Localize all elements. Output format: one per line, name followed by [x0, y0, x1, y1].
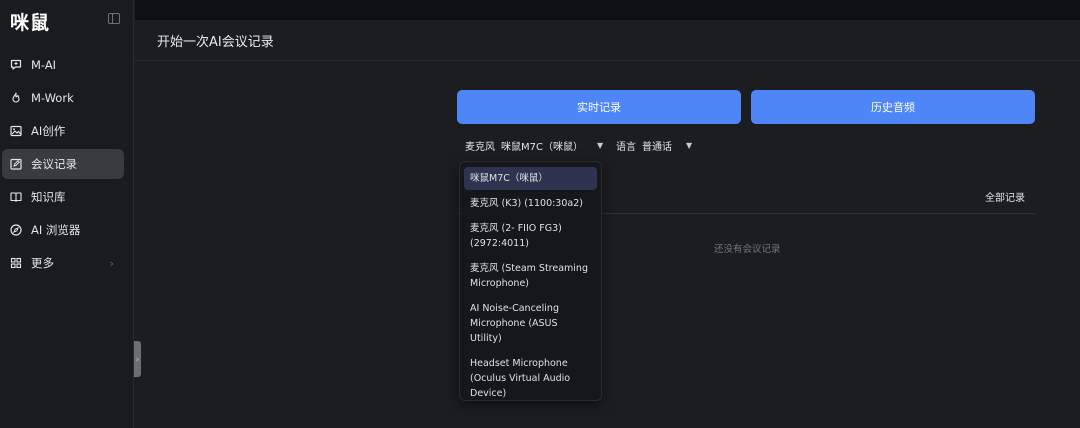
empty-state-text: 还没有会议记录 — [714, 244, 781, 255]
sidebar-nav: M-AI M-Work AI创作 会议记录 知识库 AI 浏览器 更多 › — [2, 50, 124, 281]
language-select[interactable]: 语言 普通话 ▼ — [616, 138, 693, 153]
sidebar-item-label: 更多 — [31, 256, 54, 270]
sidebar-item-label: M-AI — [31, 58, 57, 72]
note-edit-icon — [10, 158, 22, 170]
dropdown-option[interactable]: 麦克风 (Steam Streaming Microphone) — [464, 257, 597, 295]
sidebar-item-label: 知识库 — [31, 190, 66, 204]
language-value: 普通话 — [642, 141, 672, 153]
live-record-button[interactable]: 实时记录 — [457, 90, 741, 124]
sidebar-expand-handle[interactable]: › — [134, 341, 141, 377]
language-label: 语言 — [616, 141, 636, 153]
sidebar-collapse-icon[interactable] — [108, 13, 120, 24]
microphone-dropdown-menu: 咪鼠M7C（咪鼠） 麦克风 (K3) (1100:30a2) 麦克风 (2- F… — [459, 161, 602, 401]
dropdown-option[interactable]: 麦克风 (K3) (1100:30a2) — [464, 192, 597, 215]
sidebar-item-label: AI 浏览器 — [31, 223, 81, 237]
app-logo: 咪鼠 — [10, 12, 51, 34]
dropdown-option[interactable]: 麦克风 (2- FIIO FG3) (2972:4011) — [464, 217, 597, 255]
dropdown-option[interactable]: AI Noise-Canceling Microphone (ASUS Util… — [464, 297, 597, 350]
caret-down-icon: ▼ — [596, 140, 604, 150]
grid-icon — [10, 257, 22, 269]
sidebar-item-ai-browser[interactable]: AI 浏览器 — [2, 215, 124, 245]
caret-down-icon: ▼ — [686, 140, 693, 150]
chevron-right-icon: › — [109, 257, 114, 270]
compass-icon — [10, 224, 22, 236]
microphone-select[interactable]: 麦克风 咪鼠M7C（咪鼠） ▼ — [465, 138, 604, 153]
page-header: 开始一次AI会议记录 — [135, 20, 1080, 61]
top-bar — [135, 0, 1080, 20]
sidebar-item-meeting-notes[interactable]: 会议记录 — [2, 149, 124, 179]
microphone-label: 麦克风 — [465, 141, 495, 153]
sidebar-item-ai-create[interactable]: AI创作 — [2, 116, 124, 146]
sidebar-item-more[interactable]: 更多 › — [2, 248, 124, 278]
chat-plus-icon — [10, 59, 22, 71]
sidebar-item-m-work[interactable]: M-Work — [2, 83, 124, 113]
sidebar: 咪鼠 M-AI M-Work AI创作 会议记录 知识库 AI 浏览器 更多 › — [0, 0, 134, 428]
page-title: 开始一次AI会议记录 — [157, 34, 274, 50]
book-icon — [10, 191, 22, 203]
sidebar-item-label: AI创作 — [31, 124, 66, 138]
sidebar-item-label: 会议记录 — [31, 157, 77, 171]
dropdown-option[interactable]: 咪鼠M7C（咪鼠） — [464, 167, 597, 190]
sidebar-item-knowledge-base[interactable]: 知识库 — [2, 182, 124, 212]
flame-icon — [10, 92, 22, 104]
microphone-value: 咪鼠M7C（咪鼠） — [501, 141, 583, 153]
all-records-link[interactable]: 全部记录 — [985, 189, 1025, 204]
history-audio-button[interactable]: 历史音频 — [751, 90, 1035, 124]
image-icon — [10, 125, 22, 137]
dropdown-option[interactable]: Headset Microphone (Oculus Virtual Audio… — [464, 352, 597, 405]
sidebar-item-m-ai[interactable]: M-AI — [2, 50, 124, 80]
sidebar-item-label: M-Work — [31, 91, 74, 105]
